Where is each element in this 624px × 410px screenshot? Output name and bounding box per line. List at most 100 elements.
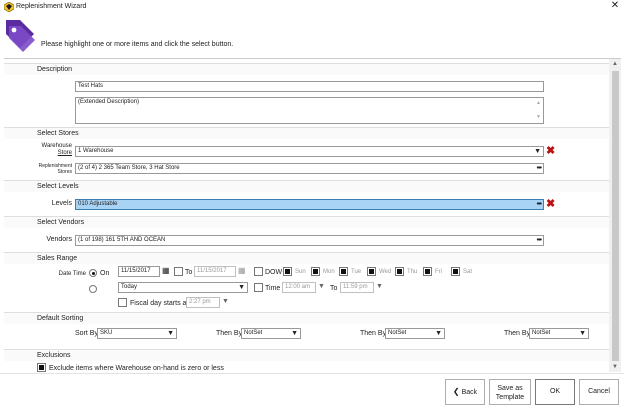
date-time-label: Date Time xyxy=(58,271,86,277)
ellipsis-icon[interactable]: ••• xyxy=(537,200,542,209)
day-checkbox-wed[interactable] xyxy=(367,267,376,276)
warehouse-label-line1: Warehouse xyxy=(41,143,72,149)
calendar-icon[interactable]: ▦ xyxy=(162,266,170,275)
dow-checkbox[interactable] xyxy=(254,267,263,276)
radio-on[interactable] xyxy=(89,269,97,277)
then-by-value-2: NotSet xyxy=(388,330,407,336)
day-checkbox-mon[interactable] xyxy=(311,267,320,276)
ok-button[interactable]: OK xyxy=(535,379,575,405)
chevron-down-icon[interactable]: ▼ xyxy=(222,298,229,305)
warehouse-value: 1 Warehouse xyxy=(78,148,114,154)
scroll-down-icon[interactable]: ▼ xyxy=(536,113,541,122)
time-label: Time xyxy=(265,285,281,292)
section-sales-range: Sales Range xyxy=(4,252,609,264)
day-checkbox-sat[interactable] xyxy=(451,267,460,276)
section-exclusions: Exclusions xyxy=(4,349,609,361)
day-label-mon: Mon xyxy=(323,269,335,275)
period-value: Today xyxy=(121,284,138,290)
extended-description-field[interactable]: (Extended Description) ▲ ▼ xyxy=(75,97,544,124)
replenishment-stores-field[interactable]: (2 of 4) 2 365 Team Store, 3 Hat Store •… xyxy=(75,163,544,174)
section-select-levels: Select Levels xyxy=(4,180,609,192)
sort-by-value: SKU xyxy=(100,330,113,336)
scroll-up-icon[interactable]: ▲ xyxy=(612,61,618,67)
to-date-input[interactable]: 11/15/2017 xyxy=(194,266,236,277)
close-icon[interactable]: ✕ xyxy=(608,0,622,11)
vertical-scrollbar[interactable]: ▲ ▼ xyxy=(609,59,621,372)
warehouse-select[interactable]: 1 Warehouse ▼ xyxy=(75,146,544,157)
wizard-panel: Description Test Hats (Extended Descript… xyxy=(4,58,621,372)
then-by-label-1: Then By xyxy=(216,330,243,337)
then-by-label-3: Then By xyxy=(504,330,531,337)
back-arrow-icon: ❮ xyxy=(452,387,460,396)
save-template-line1: Save as xyxy=(497,385,523,392)
chevron-down-icon[interactable]: ▼ xyxy=(318,283,325,290)
chevron-down-icon: ▼ xyxy=(534,148,541,155)
cancel-button[interactable]: Cancel xyxy=(579,379,619,405)
instruction-text: Please highlight one or more items and c… xyxy=(41,41,234,48)
chevron-down-icon: ▼ xyxy=(291,330,298,337)
day-label-fri: Fri xyxy=(435,269,442,275)
ellipsis-icon[interactable]: ••• xyxy=(537,164,542,173)
levels-value: 010 Adjustable xyxy=(78,201,118,207)
then-by-value-1: NotSet xyxy=(244,330,263,336)
warehouse-label-line2: Store xyxy=(57,150,72,156)
sort-by-label: Sort By xyxy=(75,330,98,337)
period-select[interactable]: Today ▼ xyxy=(118,282,248,293)
save-template-line2: Template xyxy=(495,394,525,401)
fiscal-day-label: Fiscal day starts at xyxy=(130,300,189,307)
fiscal-time-input[interactable]: 2:27 pm xyxy=(186,297,220,308)
fiscal-day-checkbox[interactable] xyxy=(118,298,127,307)
day-label-tue: Tue xyxy=(351,269,362,275)
scrollbar-thumb[interactable] xyxy=(612,71,619,361)
then-by-label-2: Then By xyxy=(360,330,387,337)
vendors-field[interactable]: (1 of 198) 161 5TH AND OCEAN ••• xyxy=(75,235,544,246)
chevron-down-icon: ▼ xyxy=(167,330,174,337)
then-by-select-2[interactable]: NotSet ▼ xyxy=(385,328,445,339)
levels-field[interactable]: 010 Adjustable ••• xyxy=(75,199,544,210)
day-label-sun: Sun xyxy=(295,269,306,275)
from-date-input[interactable]: 11/15/2017 xyxy=(118,266,160,277)
dow-label: DOW xyxy=(265,269,283,276)
chevron-down-icon: ▼ xyxy=(435,330,442,337)
save-as-template-button[interactable]: Save as Template xyxy=(489,379,531,405)
day-label-thu: Thu xyxy=(407,269,418,275)
vendors-value: (1 of 198) 161 5TH AND OCEAN xyxy=(78,237,166,243)
extended-description-text: (Extended Description) xyxy=(78,99,140,105)
day-checkbox-sun[interactable] xyxy=(283,267,292,276)
chevron-down-icon: ▼ xyxy=(238,284,245,291)
footer-bar: ❮ Back Save as Template OK Cancel xyxy=(0,373,624,410)
day-checkbox-thu[interactable] xyxy=(395,267,404,276)
title-bar: Replenishment Wizard ✕ xyxy=(0,0,624,14)
to-label: To xyxy=(185,269,193,276)
day-label-wed: Wed xyxy=(379,269,392,275)
levels-label: Levels xyxy=(51,200,72,207)
chevron-down-icon[interactable]: ▼ xyxy=(376,283,383,290)
clear-warehouse-icon[interactable]: ✖ xyxy=(546,146,555,157)
app-gem-icon xyxy=(4,2,14,12)
description-name-field[interactable]: Test Hats xyxy=(75,81,544,92)
then-by-select-1[interactable]: NotSet ▼ xyxy=(241,328,301,339)
calendar-icon[interactable]: ▦ xyxy=(238,266,246,275)
radio-period[interactable] xyxy=(89,285,97,293)
to-date-checkbox[interactable] xyxy=(174,267,183,276)
clear-levels-icon[interactable]: ✖ xyxy=(546,199,555,210)
then-by-value-3: NotSet xyxy=(532,330,551,336)
then-by-select-3[interactable]: NotSet ▼ xyxy=(529,328,589,339)
window-title: Replenishment Wizard xyxy=(16,3,87,10)
day-checkbox-fri[interactable] xyxy=(423,267,432,276)
on-label: On xyxy=(100,270,110,277)
day-checkbox-tue[interactable] xyxy=(339,267,348,276)
scroll-up-icon[interactable]: ▲ xyxy=(536,99,541,108)
section-select-vendors: Select Vendors xyxy=(4,216,609,228)
time-to-input[interactable]: 11:59 pm xyxy=(340,282,374,293)
back-button[interactable]: ❮ Back xyxy=(445,379,485,405)
time-checkbox[interactable] xyxy=(254,283,263,292)
time-to-label: To xyxy=(330,285,338,292)
sort-by-select[interactable]: SKU ▼ xyxy=(97,328,177,339)
exclude-zero-label: Exclude items where Warehouse on-hand is… xyxy=(49,365,224,372)
scroll-down-icon[interactable]: ▼ xyxy=(612,364,618,370)
tag-icon xyxy=(6,20,35,52)
ellipsis-icon[interactable]: ••• xyxy=(537,236,542,245)
time-from-input[interactable]: 12:00 am xyxy=(282,282,316,293)
exclude-zero-checkbox[interactable] xyxy=(37,363,46,372)
